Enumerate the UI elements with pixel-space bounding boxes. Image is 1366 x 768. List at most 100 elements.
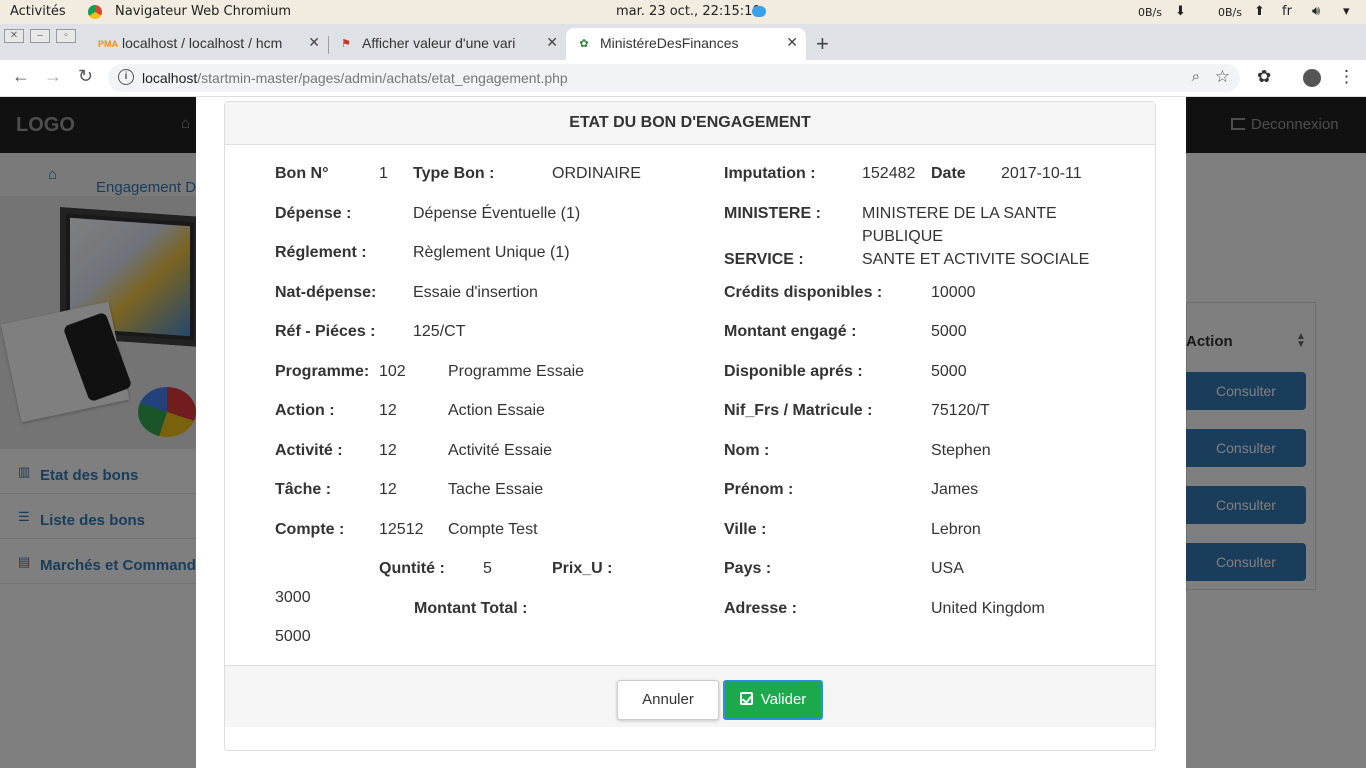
chat-notification-icon [752,6,766,17]
tab-title: Afficher valeur d'une vari [362,35,516,51]
close-tab-icon[interactable]: ✕ [308,34,320,51]
cancel-button[interactable]: Annuler [617,680,719,720]
action-label: Action : [275,402,335,419]
montant-total-value: 5000 [275,628,311,645]
stackoverflow-icon: ⚑ [341,38,351,50]
depense-label: Dépense : [275,205,352,222]
chromium-icon [88,5,102,19]
nom-value: Stephen [931,442,991,459]
nif-value: 75120/T [931,402,990,419]
tab-stackoverflow[interactable]: ⚑ Afficher valeur d'une vari ✕ [328,28,566,60]
ville-label: Ville : [724,521,767,538]
bookmark-star-icon[interactable]: ☆ [1215,67,1230,87]
panel-heading: ETAT DU BON D'ENGAGEMENT [225,102,1155,145]
app-menu[interactable]: Navigateur Web Chromium [115,4,291,19]
bon-value: 1 [379,165,388,182]
reglement-label: Réglement : [275,244,367,261]
nom-label: Nom : [724,442,770,459]
extension-icon[interactable]: ✿ [1257,67,1271,87]
nat-depense-value: Essaie d'insertion [413,284,538,301]
modal-title: ETAT DU BON D'ENGAGEMENT [569,114,811,131]
prenom-label: Prénom : [724,481,794,498]
site-info-icon[interactable]: i [118,69,134,85]
check-square-icon [739,692,753,705]
montant-engage-value: 5000 [931,323,967,340]
date-label: Date [931,165,966,182]
tab-title: localhost / localhost / hcm [122,35,283,51]
power-menu-icon[interactable]: ▾ [1343,4,1350,19]
tab-phpmyadmin[interactable]: PMA localhost / localhost / hcm ✕ [88,28,328,60]
engagement-panel: ETAT DU BON D'ENGAGEMENT Bon N° 1 Type B… [224,101,1156,751]
tache-code: 12 [379,481,397,498]
quantite-value: 5 [483,560,492,577]
disponible-value: 5000 [931,363,967,380]
reglement-value: Règlement Unique (1) [413,244,570,261]
pays-value: USA [931,560,964,577]
programme-value: Programme Essaie [448,363,585,380]
pays-label: Pays : [724,560,772,577]
profile-avatar-icon[interactable] [1303,69,1321,87]
menu-kebab-icon[interactable]: ⋮ [1338,67,1355,87]
ref-pieces-label: Réf - Piéces : [275,323,376,340]
activite-code: 12 [379,442,397,459]
emblem-icon: ✿ [579,38,589,50]
tache-value: Tache Essaie [448,481,544,498]
depense-value: Dépense Éventuelle (1) [413,205,581,222]
close-window-icon[interactable]: ✕ [4,29,24,43]
imputation-label: Imputation : [724,165,816,182]
quantite-label: Quntité : [379,560,445,577]
credits-value: 10000 [931,284,976,301]
disponible-label: Disponible aprés : [724,363,863,380]
adresse-label: Adresse : [724,600,797,617]
close-tab-icon[interactable]: ✕ [786,34,798,51]
programme-label: Programme: [275,363,370,380]
reload-icon[interactable]: ↻ [78,66,93,87]
tab-ministere[interactable]: ✿ MinistéreDesFinances ✕ [566,28,806,60]
date-value: 2017-10-11 [1001,165,1082,182]
restore-window-icon[interactable]: ▫ [56,29,76,43]
keyboard-layout[interactable]: fr [1282,4,1292,19]
volume-icon[interactable]: 🔊︎ [1312,4,1320,19]
tab-strip: ✕ – ▫ PMA localhost / localhost / hcm ✕ … [0,24,1366,60]
credits-label: Crédits disponibles : [724,284,883,301]
prix-u-value: 3000 [275,589,311,606]
nat-depense-label: Nat-dépense: [275,284,377,301]
adresse-value: United Kingdom [931,600,1045,617]
close-tab-icon[interactable]: ✕ [546,34,558,51]
type-bon-label: Type Bon : [413,165,495,182]
new-tab-icon[interactable]: + [816,31,829,57]
bon-label: Bon N° [275,165,329,182]
nif-label: Nif_Frs / Matricule : [724,402,873,419]
montant-total-label: Montant Total : [414,600,528,617]
validate-label: Valider [760,691,807,708]
tache-label: Tâche : [275,481,332,498]
back-icon[interactable]: ← [12,66,30,87]
clock[interactable]: mar. 23 oct., 22:15:10 [616,4,761,19]
zoom-icon[interactable]: ⌕ [1192,68,1200,85]
montant-engage-label: Montant engagé : [724,323,857,340]
ville-value: Lebron [931,521,981,538]
url-text[interactable]: localhost/startmin-master/pages/admin/ac… [142,70,568,86]
service-value: SANTE ET ACTIVITE SOCIALE [862,251,1090,268]
compte-label: Compte : [275,521,345,538]
engagement-modal: ETAT DU BON D'ENGAGEMENT Bon N° 1 Type B… [196,97,1186,768]
prix-u-label: Prix_U : [552,560,613,577]
ministere-value: MINISTERE DE LA SANTE PUBLIQUE [862,205,1057,245]
service-label: SERVICE : [724,251,804,268]
system-top-bar: Activités Navigateur Web Chromium mar. 2… [0,0,1366,24]
activite-label: Activité : [275,442,343,459]
net-up-value: 0B/s [1218,6,1242,19]
validate-button[interactable]: Valider [723,680,823,720]
compte-code: 12512 [379,521,424,538]
programme-code: 102 [379,363,406,380]
address-bar[interactable]: i localhost/startmin-master/pages/admin/… [108,64,1240,92]
activities-button[interactable]: Activités [10,4,66,19]
compte-value: Compte Test [448,521,538,538]
minimize-window-icon[interactable]: – [30,29,50,43]
ministere-label: MINISTERE : [724,205,821,222]
forward-icon[interactable]: → [44,66,62,87]
net-down-value: 0B/s [1138,6,1162,19]
activite-value: Activité Essaie [448,442,553,459]
phpmyadmin-icon: PMA [98,39,118,49]
ref-pieces-value: 125/CT [413,323,466,340]
